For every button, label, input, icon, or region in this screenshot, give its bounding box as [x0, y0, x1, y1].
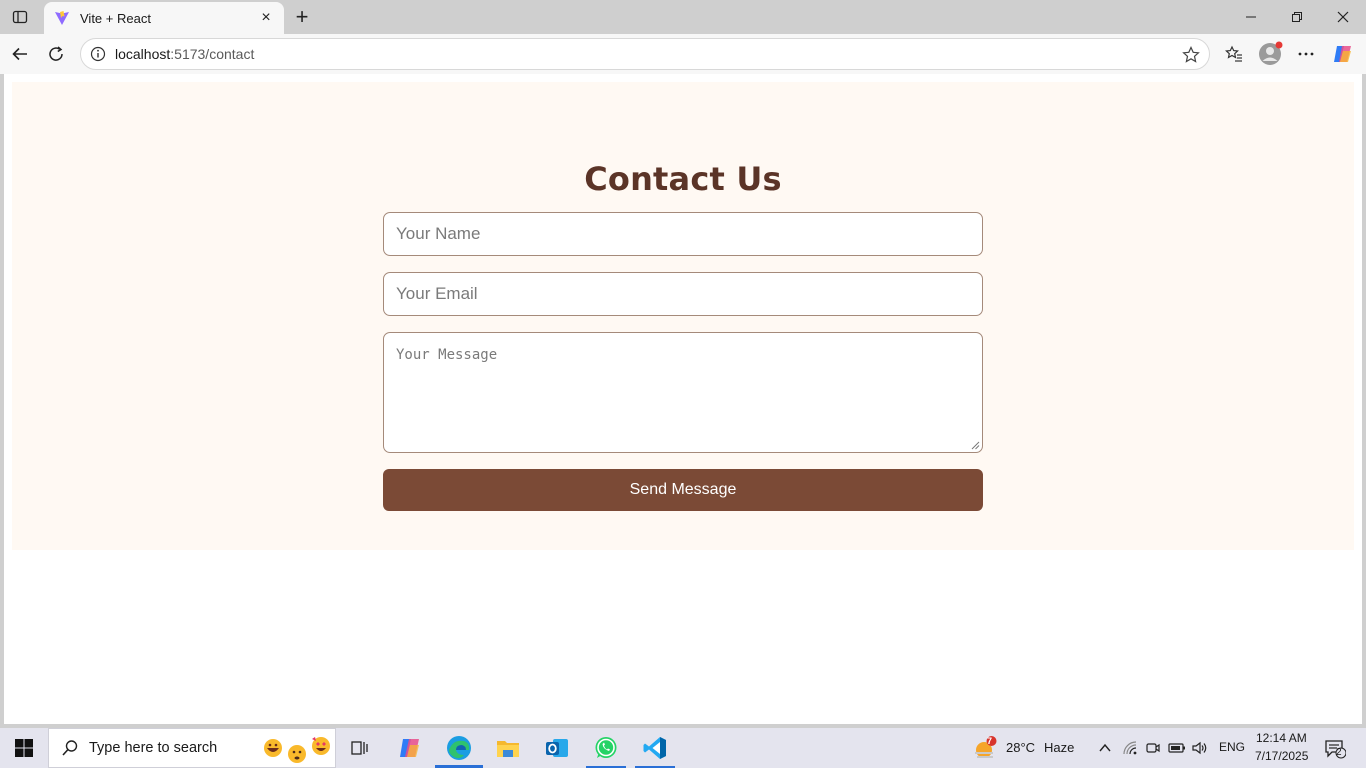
active-tab[interactable]: Vite + React × [44, 2, 284, 34]
browser-toolbar: localhost:5173/contact [0, 34, 1366, 74]
url-path: :5173/contact [170, 46, 255, 62]
taskbar-search-box[interactable]: Type here to search [48, 728, 336, 768]
clock-time[interactable]: 12:14 AM [1256, 731, 1307, 745]
tab-strip: Vite + React × + [0, 0, 1366, 34]
notification-count: 2 [1336, 747, 1342, 758]
tab-actions-icon[interactable] [6, 4, 34, 30]
favorites-icon[interactable] [1219, 39, 1249, 69]
message-placeholder: Your Message [396, 347, 498, 363]
volume-icon[interactable] [1190, 738, 1210, 758]
windows-start-icon[interactable] [0, 728, 48, 768]
search-placeholder: Type here to search [89, 740, 218, 756]
email-input[interactable]: Your Email [383, 272, 983, 316]
profile-avatar[interactable] [1255, 39, 1285, 69]
edge-app-icon[interactable] [435, 728, 483, 768]
search-icon [62, 740, 78, 756]
more-menu-icon[interactable] [1291, 39, 1321, 69]
network-icon[interactable] [1120, 738, 1140, 758]
send-message-button[interactable]: Send Message [383, 469, 983, 511]
name-placeholder: Your Name [396, 224, 481, 243]
contact-section: Contact Us Your Name Your Email Your Mes… [12, 82, 1354, 550]
vscode-app-icon[interactable] [631, 728, 679, 768]
resize-grip-icon[interactable] [971, 441, 980, 450]
page-viewport: Contact Us Your Name Your Email Your Mes… [4, 74, 1362, 724]
language-indicator[interactable]: ENG [1219, 740, 1245, 754]
refresh-icon[interactable] [41, 39, 71, 69]
close-window-icon[interactable] [1320, 0, 1366, 34]
chevron-up-icon[interactable] [1095, 738, 1115, 758]
vite-favicon-icon [55, 11, 69, 25]
message-textarea[interactable]: Your Message [383, 332, 983, 453]
copilot-icon[interactable] [1328, 39, 1358, 69]
new-tab-button[interactable]: + [288, 4, 316, 30]
restore-icon[interactable] [1274, 0, 1320, 34]
windows-taskbar: Type here to search 7 28°C Haze ENG 12:1… [0, 728, 1366, 768]
back-icon[interactable] [5, 39, 35, 69]
favorite-star-icon[interactable] [1181, 45, 1201, 65]
task-view-icon[interactable] [336, 728, 384, 768]
weather-description: Haze [1044, 740, 1075, 755]
page-title: Contact Us [584, 160, 782, 198]
email-placeholder: Your Email [396, 284, 478, 303]
meet-now-icon[interactable] [1143, 738, 1163, 758]
tab-close-icon[interactable]: × [258, 9, 274, 26]
name-input[interactable]: Your Name [383, 212, 983, 256]
notifications-icon[interactable] [1323, 738, 1347, 760]
site-info-icon[interactable] [89, 45, 107, 63]
file-explorer-app-icon[interactable] [484, 728, 532, 768]
weather-icon[interactable] [972, 736, 998, 762]
copilot-app-icon[interactable] [386, 728, 434, 768]
minimize-icon[interactable] [1228, 0, 1274, 34]
address-bar[interactable]: localhost:5173/contact [80, 38, 1210, 70]
url-host: localhost [115, 46, 171, 62]
weather-alert-badge: 7 [987, 736, 993, 746]
battery-icon[interactable] [1167, 738, 1187, 758]
clock-date[interactable]: 7/17/2025 [1255, 749, 1308, 763]
url-text: localhost:5173/contact [115, 46, 254, 62]
emoji-highlight-icon [264, 737, 330, 763]
weather-temperature: 28°C [1006, 740, 1036, 755]
whatsapp-app-icon[interactable] [582, 728, 630, 768]
tab-title: Vite + React [80, 10, 151, 26]
outlook-app-icon[interactable] [533, 728, 581, 768]
